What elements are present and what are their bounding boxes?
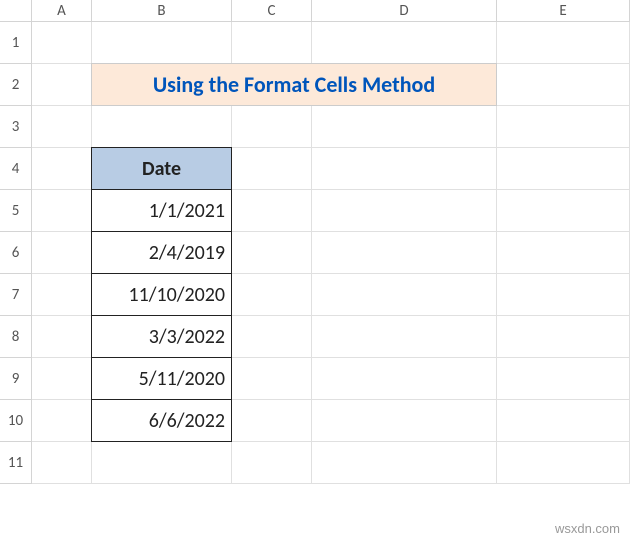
row-header-1[interactable]: 1 xyxy=(0,22,32,64)
cell-D4[interactable] xyxy=(312,148,497,190)
cell-D7[interactable] xyxy=(312,274,497,316)
cell-B1[interactable] xyxy=(92,22,232,64)
cell-C3[interactable] xyxy=(232,106,312,148)
cell-E4[interactable] xyxy=(497,148,630,190)
cell-A9[interactable] xyxy=(32,358,92,400)
table-row[interactable]: 11/10/2020 xyxy=(91,273,232,316)
cell-A11[interactable] xyxy=(32,442,92,484)
cell-E8[interactable] xyxy=(497,316,630,358)
cell-E9[interactable] xyxy=(497,358,630,400)
cell-E11[interactable] xyxy=(497,442,630,484)
cell-D3[interactable] xyxy=(312,106,497,148)
row-header-8[interactable]: 8 xyxy=(0,316,32,358)
table-header[interactable]: Date xyxy=(91,147,232,190)
col-header-E[interactable]: E xyxy=(497,0,630,22)
cell-C1[interactable] xyxy=(232,22,312,64)
cell-E3[interactable] xyxy=(497,106,630,148)
cell-C7[interactable] xyxy=(232,274,312,316)
row-header-3[interactable]: 3 xyxy=(0,106,32,148)
cell-A2[interactable] xyxy=(32,64,92,106)
cell-A10[interactable] xyxy=(32,400,92,442)
select-all-corner[interactable] xyxy=(0,0,32,22)
row-header-11[interactable]: 11 xyxy=(0,442,32,484)
cell-C8[interactable] xyxy=(232,316,312,358)
row-header-4[interactable]: 4 xyxy=(0,148,32,190)
col-header-B[interactable]: B xyxy=(92,0,232,22)
cell-E2[interactable] xyxy=(497,64,630,106)
cell-C9[interactable] xyxy=(232,358,312,400)
cell-A6[interactable] xyxy=(32,232,92,274)
cell-C11[interactable] xyxy=(232,442,312,484)
cell-E1[interactable] xyxy=(497,22,630,64)
cell-A8[interactable] xyxy=(32,316,92,358)
cell-A7[interactable] xyxy=(32,274,92,316)
table-row[interactable]: 2/4/2019 xyxy=(91,231,232,274)
cell-D1[interactable] xyxy=(312,22,497,64)
col-header-C[interactable]: C xyxy=(232,0,312,22)
row-header-7[interactable]: 7 xyxy=(0,274,32,316)
row-header-10[interactable]: 10 xyxy=(0,400,32,442)
cell-A5[interactable] xyxy=(32,190,92,232)
cell-C4[interactable] xyxy=(232,148,312,190)
table-row[interactable]: 1/1/2021 xyxy=(91,189,232,232)
cell-D8[interactable] xyxy=(312,316,497,358)
cell-A1[interactable] xyxy=(32,22,92,64)
cell-C5[interactable] xyxy=(232,190,312,232)
cell-D6[interactable] xyxy=(312,232,497,274)
cell-E7[interactable] xyxy=(497,274,630,316)
cell-B3[interactable] xyxy=(92,106,232,148)
watermark: wsxdn.com xyxy=(555,521,620,536)
cell-C10[interactable] xyxy=(232,400,312,442)
cell-E5[interactable] xyxy=(497,190,630,232)
cell-B11[interactable] xyxy=(92,442,232,484)
cell-D11[interactable] xyxy=(312,442,497,484)
cell-D5[interactable] xyxy=(312,190,497,232)
row-header-5[interactable]: 5 xyxy=(0,190,32,232)
table-row[interactable]: 5/11/2020 xyxy=(91,357,232,400)
cell-D10[interactable] xyxy=(312,400,497,442)
title-banner[interactable]: Using the Format Cells Method xyxy=(91,63,497,106)
cell-E6[interactable] xyxy=(497,232,630,274)
table-row[interactable]: 6/6/2022 xyxy=(91,399,232,442)
cell-A4[interactable] xyxy=(32,148,92,190)
cell-C6[interactable] xyxy=(232,232,312,274)
row-header-6[interactable]: 6 xyxy=(0,232,32,274)
col-header-D[interactable]: D xyxy=(312,0,497,22)
col-header-A[interactable]: A xyxy=(32,0,92,22)
row-header-9[interactable]: 9 xyxy=(0,358,32,400)
cell-E10[interactable] xyxy=(497,400,630,442)
cell-A3[interactable] xyxy=(32,106,92,148)
row-header-2[interactable]: 2 xyxy=(0,64,32,106)
table-row[interactable]: 3/3/2022 xyxy=(91,315,232,358)
cell-D9[interactable] xyxy=(312,358,497,400)
